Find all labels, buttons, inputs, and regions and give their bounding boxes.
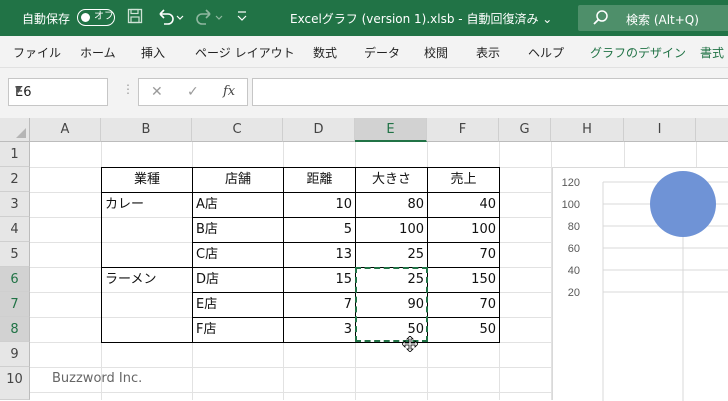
cell-store[interactable]: A店 [192,192,283,217]
cell-sales[interactable]: 150 [427,267,499,292]
redo-icon[interactable] [195,8,225,28]
copy-marquee [355,267,428,342]
chart-bubbles [650,171,716,237]
chart-tick-labels: 120 100 80 60 40 20 [562,177,580,299]
row-header-7[interactable]: 7 [0,292,30,317]
column-header-g[interactable]: G [499,118,551,142]
ribbon-tabs: ファイル ホーム 挿入 ページ レイアウト 数式 データ 校閲 表示 ヘルプ グ… [0,36,728,68]
search-placeholder: 検索 (Alt+Q) [626,13,699,27]
cancel-icon[interactable]: ✕ [151,84,163,100]
bubble-chart[interactable]: 120 100 80 60 40 20 [552,167,728,401]
cell-size[interactable]: 80 [355,192,427,217]
row-header-9[interactable]: 9 [0,342,30,367]
row-header-2[interactable]: 2 [0,167,30,192]
cell-sales[interactable]: 100 [427,217,499,242]
row-header-1[interactable]: 1 [0,142,30,167]
tab-insert[interactable]: 挿入 [141,44,165,61]
cell-distance[interactable]: 7 [283,292,355,317]
tab-file[interactable]: ファイル [13,44,61,61]
undo-icon[interactable] [155,8,185,28]
cell-distance[interactable]: 15 [283,267,355,292]
cell-distance[interactable]: 13 [283,242,355,267]
header-size[interactable]: 大きさ [356,167,427,192]
select-all-corner[interactable] [0,118,30,142]
tab-chart-design[interactable]: グラフのデザイン [590,44,686,61]
group-curry[interactable]: カレー [101,192,192,217]
tab-page-layout[interactable]: ページ レイアウト [195,44,295,61]
group-ramen[interactable]: ラーメン [101,267,192,292]
header-category[interactable]: 業種 [102,167,192,192]
watermark-text: Buzzword Inc. [52,371,143,386]
toggle-knob [81,12,90,22]
cell-size[interactable]: 100 [355,217,427,242]
search-box[interactable]: 検索 (Alt+Q) [578,5,728,31]
tab-help[interactable]: ヘルプ [528,44,564,61]
row-header-3[interactable]: 3 [0,192,30,217]
customize-toolbar-icon[interactable] [235,8,249,28]
enter-icon[interactable]: ✓ [187,84,199,100]
chart-y-tick-label: 20 [568,287,580,299]
header-distance[interactable]: 距離 [284,167,355,192]
column-header-f[interactable]: F [427,118,499,142]
tab-formulas[interactable]: 数式 [313,44,337,61]
move-cursor-icon [401,335,419,356]
cell-distance[interactable]: 5 [283,217,355,242]
autosave-toggle[interactable]: オフ [77,9,115,26]
row-header-5[interactable]: 5 [0,242,30,267]
cell-store[interactable]: C店 [192,242,283,267]
cell-distance[interactable]: 3 [283,317,355,342]
formula-buttons: ✕ ✓ fx [138,78,248,106]
column-header-e[interactable]: E [355,118,427,142]
tab-view[interactable]: 表示 [476,44,500,61]
row-header-4[interactable]: 4 [0,217,30,242]
insert-function-icon[interactable]: fx [223,84,235,99]
column-header-b[interactable]: B [101,118,192,142]
cell-store[interactable]: B店 [192,217,283,242]
more-icon: ⋮ [122,82,134,96]
formula-bar: E6 ▼ ⋮ ✕ ✓ fx [0,68,728,118]
column-header-i[interactable]: I [624,118,696,142]
column-header-d[interactable]: D [283,118,355,142]
tab-home[interactable]: ホーム [80,44,116,61]
chart-y-tick-label: 40 [568,265,580,277]
column-header-a[interactable]: A [30,118,101,142]
chart-y-tick-label: 100 [562,199,580,211]
cell-distance[interactable]: 10 [283,192,355,217]
tab-format[interactable]: 書式 [700,44,724,61]
tab-review[interactable]: 校閲 [424,44,448,61]
chevron-down-icon[interactable]: ▼ [15,85,101,95]
cell-sales[interactable]: 70 [427,292,499,317]
table-border [101,342,500,343]
cell-store[interactable]: E店 [192,292,283,317]
column-header-c[interactable]: C [192,118,283,142]
autosave-label: 自動保存 [22,12,71,26]
cell-sales[interactable]: 70 [427,242,499,267]
chart-bubble [650,171,716,237]
save-icon[interactable] [126,8,144,28]
header-store[interactable]: 店舗 [193,167,283,192]
column-header-j[interactable] [696,118,728,142]
search-icon [592,9,610,31]
cell-sales[interactable]: 50 [427,317,499,342]
chart-y-tick-label: 120 [562,177,580,189]
autosave-state: オフ [94,11,114,22]
row-header-10[interactable]: 10 [0,367,30,400]
cell-store[interactable]: F店 [192,317,283,342]
chart-svg: 120 100 80 60 40 20 [562,171,728,401]
formula-input[interactable] [252,78,728,106]
document-title[interactable]: Excelグラフ (version 1).xlsb - 自動回復済み ⌄ [290,10,552,27]
cell-store[interactable]: D店 [192,267,283,292]
name-box[interactable]: E6 ▼ [8,78,108,106]
title-bar: 自動保存 オフ Excelグラフ (version 1).xlsb - 自動回復… [0,0,728,36]
tab-data[interactable]: データ [364,44,400,61]
row-header-6[interactable]: 6 [0,267,30,292]
chart-y-tick-label: 60 [568,243,580,255]
chart-y-tick-label: 80 [568,221,580,233]
column-header-h[interactable]: H [551,118,624,142]
table-border [499,167,500,342]
header-sales[interactable]: 売上 [428,167,499,192]
cell-size[interactable]: 25 [355,242,427,267]
row-header-8[interactable]: 8 [0,317,30,342]
cell-sales[interactable]: 40 [427,192,499,217]
